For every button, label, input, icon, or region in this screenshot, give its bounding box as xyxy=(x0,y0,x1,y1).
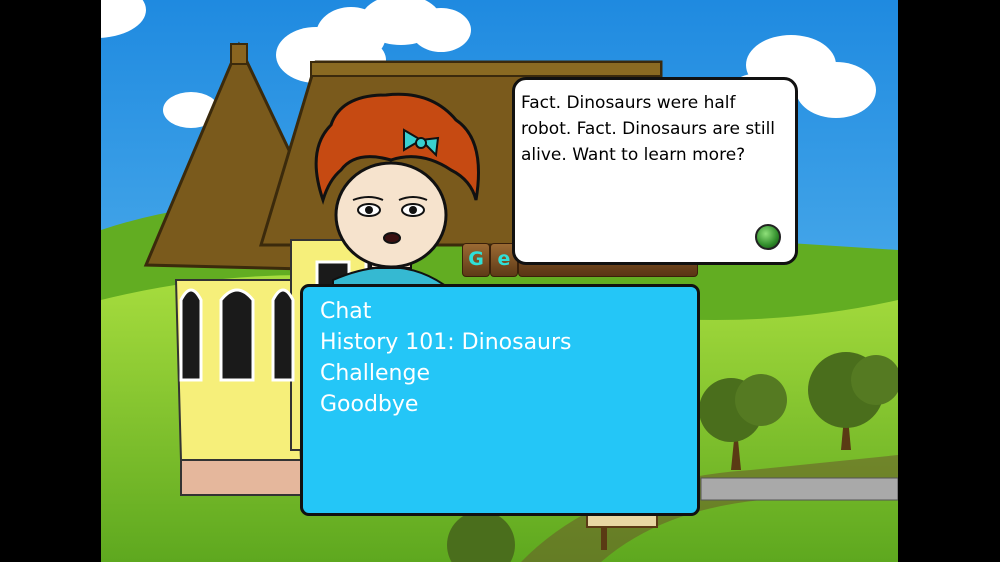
next-orb-button[interactable] xyxy=(755,224,781,250)
dialog-menu: Chat History 101: Dinosaurs Challenge Go… xyxy=(300,284,700,516)
menu-option-chat[interactable]: Chat xyxy=(320,296,697,327)
speech-bubble: Fact. Dinosaurs were half robot. Fact. D… xyxy=(512,77,798,265)
menu-option-challenge[interactable]: Challenge xyxy=(320,358,697,389)
menu-option-history[interactable]: History 101: Dinosaurs xyxy=(320,327,697,358)
face xyxy=(334,161,448,269)
mouth xyxy=(383,232,401,244)
speech-text: Fact. Dinosaurs were half robot. Fact. D… xyxy=(521,93,776,165)
board-tile-g: G xyxy=(462,243,490,277)
menu-option-goodbye[interactable]: Goodbye xyxy=(320,389,697,420)
